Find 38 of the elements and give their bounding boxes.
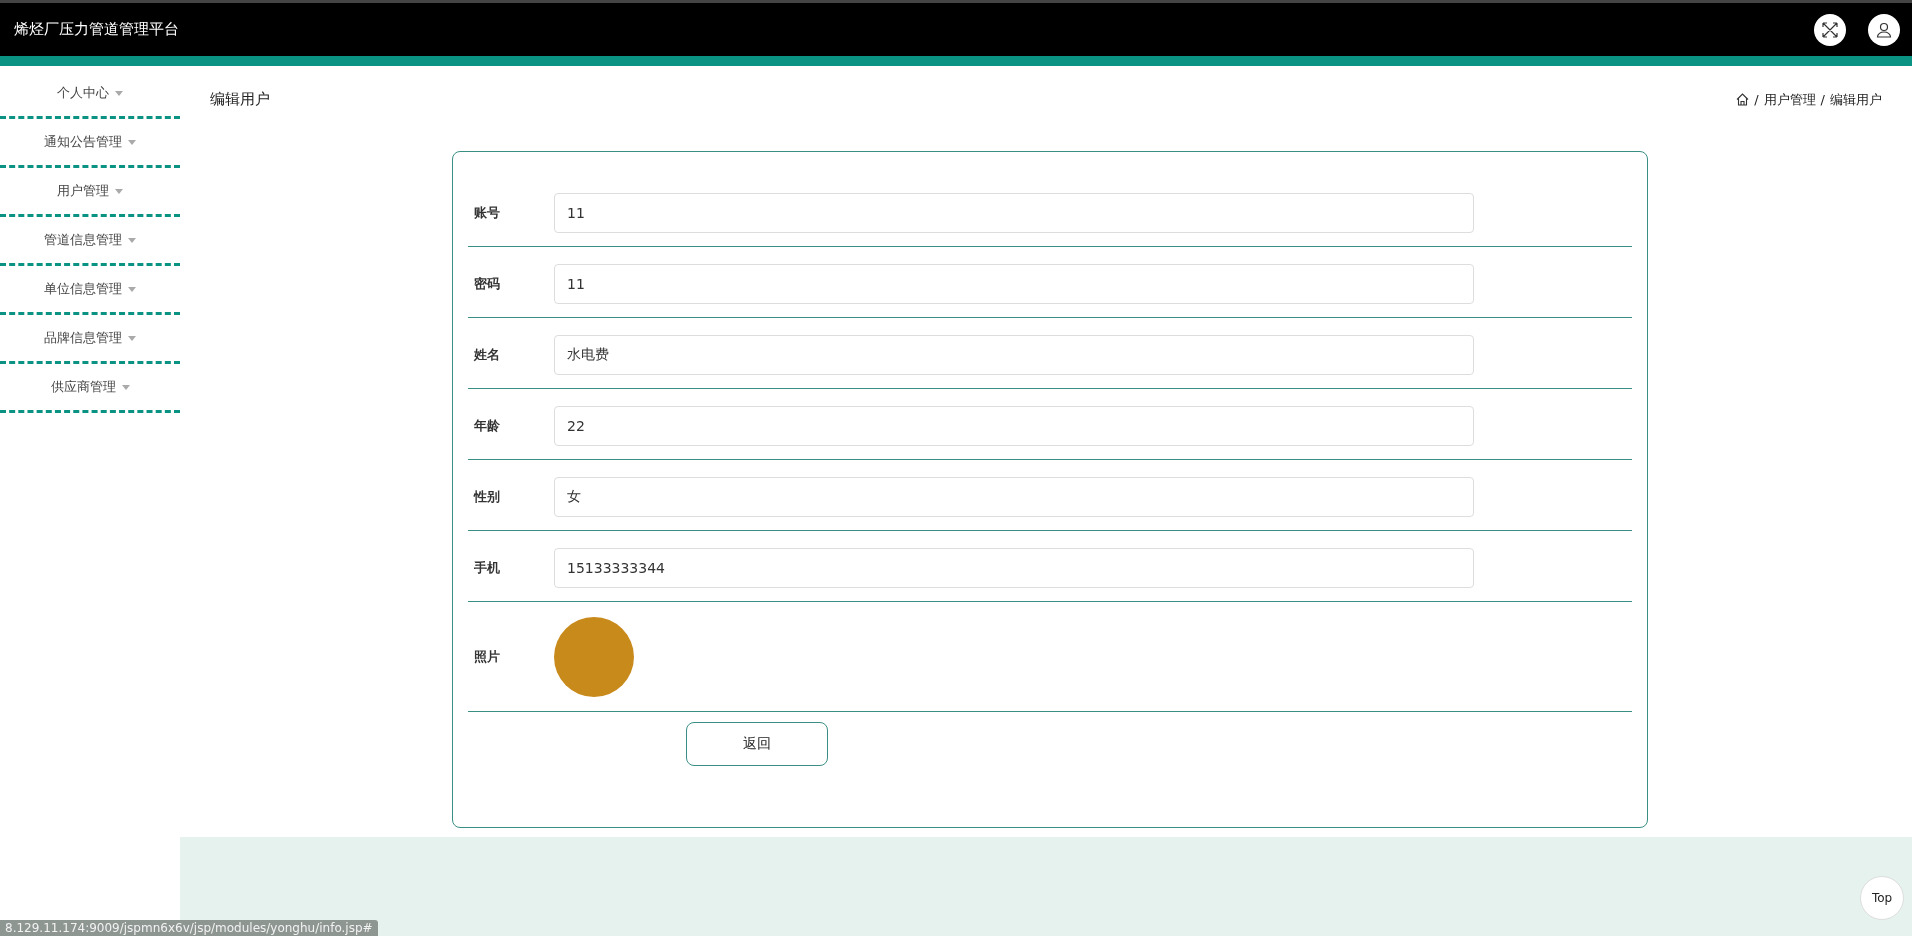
app-title: 烯烃厂压力管道管理平台 — [14, 20, 179, 39]
caret-icon — [128, 286, 136, 292]
input-field[interactable]: 22 — [554, 406, 1474, 446]
sidebar-item[interactable]: 管道信息管理 — [0, 217, 180, 266]
input-field[interactable]: 女 — [554, 477, 1474, 517]
home-icon[interactable] — [1736, 93, 1750, 106]
sidebar-item[interactable]: 品牌信息管理 — [0, 315, 180, 364]
fullscreen-icon[interactable] — [1814, 13, 1846, 46]
field-label: 账号 — [473, 204, 501, 222]
sidebar-item[interactable]: 用户管理 — [0, 168, 180, 217]
caret-icon — [115, 188, 123, 194]
input-field[interactable]: 15133333344 — [554, 548, 1474, 588]
page-title: 编辑用户 — [210, 90, 270, 109]
field-label: 密码 — [473, 275, 501, 293]
caret-icon — [115, 90, 123, 96]
field-label: 照片 — [473, 647, 501, 666]
field-label: 姓名 — [473, 346, 501, 364]
field-label: 年龄 — [473, 417, 501, 435]
input-field[interactable]: 11 — [554, 264, 1474, 304]
status-url: 8.129.11.174:9009/jspmn6x6v/jsp/modules/yonghu/info.jsp# — [0, 920, 378, 936]
back-button[interactable]: 返回 — [686, 722, 828, 766]
sidebar-item[interactable]: 通知公告管理 — [0, 119, 180, 168]
field-label: 性别 — [472, 488, 501, 506]
breadcrumb-separator: / — [1754, 92, 1759, 107]
breadcrumb-item: 编辑用户 — [1830, 90, 1882, 109]
caret-icon — [128, 335, 136, 341]
input-field[interactable]: 11 — [554, 193, 1474, 233]
field-label: 手机 — [473, 559, 501, 577]
breadcrumb-item[interactable]: 用户管理 — [1763, 90, 1816, 109]
sidebar-item[interactable]: 供应商管理 — [0, 364, 180, 413]
breadcrumb-separator: / — [1820, 92, 1825, 107]
sidebar-item[interactable]: 个人中心 — [0, 70, 180, 119]
caret-icon — [128, 139, 136, 145]
caret-icon — [128, 237, 136, 243]
input-field[interactable]: 水电费 — [554, 335, 1474, 375]
sidebar-item[interactable]: 单位信息管理 — [0, 266, 180, 315]
caret-icon — [121, 384, 130, 390]
user-icon[interactable] — [1868, 13, 1900, 46]
